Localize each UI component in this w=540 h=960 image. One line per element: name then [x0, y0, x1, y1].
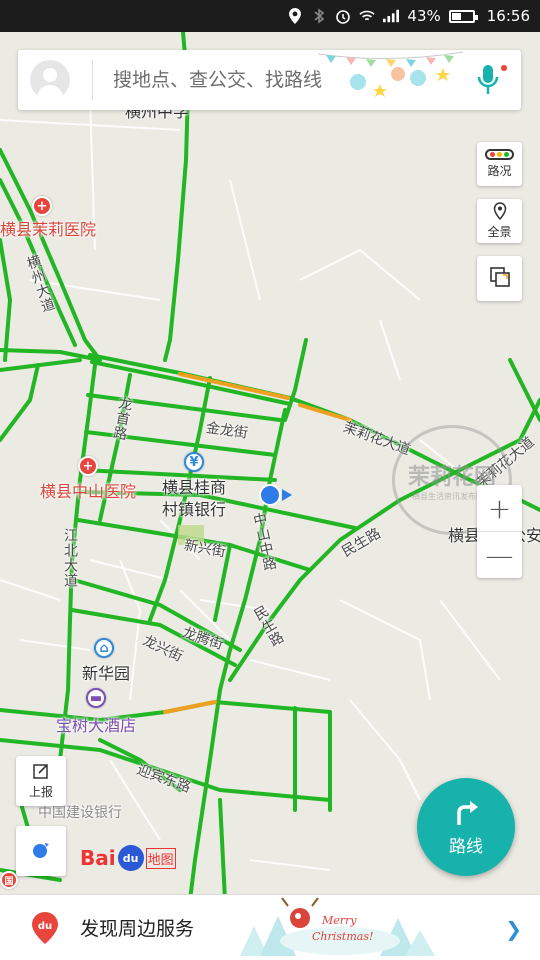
poi-label-hospital[interactable]: 横县中山医院	[40, 478, 136, 502]
chevron-right-icon[interactable]: ❯	[505, 917, 522, 941]
hospital-icon[interactable]: +	[32, 196, 52, 216]
poi-label-hospital[interactable]: 横县茉莉医院	[0, 216, 96, 240]
my-location-marker	[259, 484, 281, 506]
brand-right: 地图	[145, 847, 176, 869]
route-button[interactable]: 路线	[417, 778, 515, 876]
avatar[interactable]	[30, 60, 70, 100]
mic-icon[interactable]	[477, 63, 499, 97]
zoom-control: + —	[477, 485, 522, 578]
road-label: 江北大道	[62, 528, 78, 588]
poi-label-bank-line2[interactable]: 村镇银行	[162, 496, 226, 520]
report-label: 上报	[28, 785, 53, 799]
alarm-icon	[335, 8, 351, 24]
nearby-services-title: 发现周边服务	[80, 918, 195, 940]
traffic-label: 路况	[487, 164, 512, 178]
baidu-logo: Bai du 地图	[80, 845, 176, 871]
wifi-icon	[359, 8, 376, 24]
panorama-icon	[493, 202, 507, 223]
zoom-in-button[interactable]: +	[477, 485, 522, 532]
traffic-button[interactable]: 路况	[477, 142, 522, 186]
layers-button[interactable]	[477, 256, 522, 301]
route-label: 路线	[449, 837, 483, 857]
bluetooth-icon	[311, 8, 327, 24]
zoom-out-button[interactable]: —	[477, 532, 522, 578]
christmas-decoration: Merry Christmas!	[240, 897, 435, 956]
search-divider	[92, 60, 93, 100]
status-bar: 43% 16:56	[0, 0, 540, 32]
notification-dot	[501, 65, 507, 71]
panorama-button[interactable]: 全景	[477, 199, 522, 243]
poi-label-bank-line1[interactable]: 横县桂商	[162, 474, 226, 498]
location-icon	[287, 8, 303, 24]
nearby-pin-icon: du	[32, 911, 58, 944]
building-icon[interactable]: ⌂	[94, 638, 114, 658]
locate-icon	[31, 840, 51, 863]
hotel-icon[interactable]: ▬	[86, 688, 106, 708]
edit-icon	[32, 762, 50, 783]
svg-text:Merry: Merry	[321, 914, 357, 927]
panorama-label: 全景	[487, 225, 512, 239]
clock: 16:56	[486, 7, 530, 25]
battery-percent: 43%	[407, 7, 441, 25]
search-bar[interactable]	[18, 50, 521, 110]
route-arrow-icon	[451, 797, 481, 832]
traffic-icon	[485, 149, 514, 160]
locate-button[interactable]	[16, 826, 66, 876]
layers-icon	[489, 266, 511, 291]
svg-text:du: du	[38, 921, 52, 932]
bank-icon[interactable]: ¥	[184, 452, 204, 472]
hospital-icon[interactable]: +	[78, 456, 98, 476]
battery-icon	[448, 9, 478, 23]
signal-icon	[383, 8, 400, 24]
search-input[interactable]	[113, 69, 443, 91]
svg-text:Christmas!: Christmas!	[312, 930, 373, 943]
brand-left: Bai	[80, 846, 116, 870]
brand-paw: du	[117, 845, 144, 871]
report-button[interactable]: 上报	[16, 756, 66, 806]
poi-label-community[interactable]: 新华园	[82, 660, 130, 684]
poi-label-hotel[interactable]: 宝树大酒店	[56, 712, 136, 736]
